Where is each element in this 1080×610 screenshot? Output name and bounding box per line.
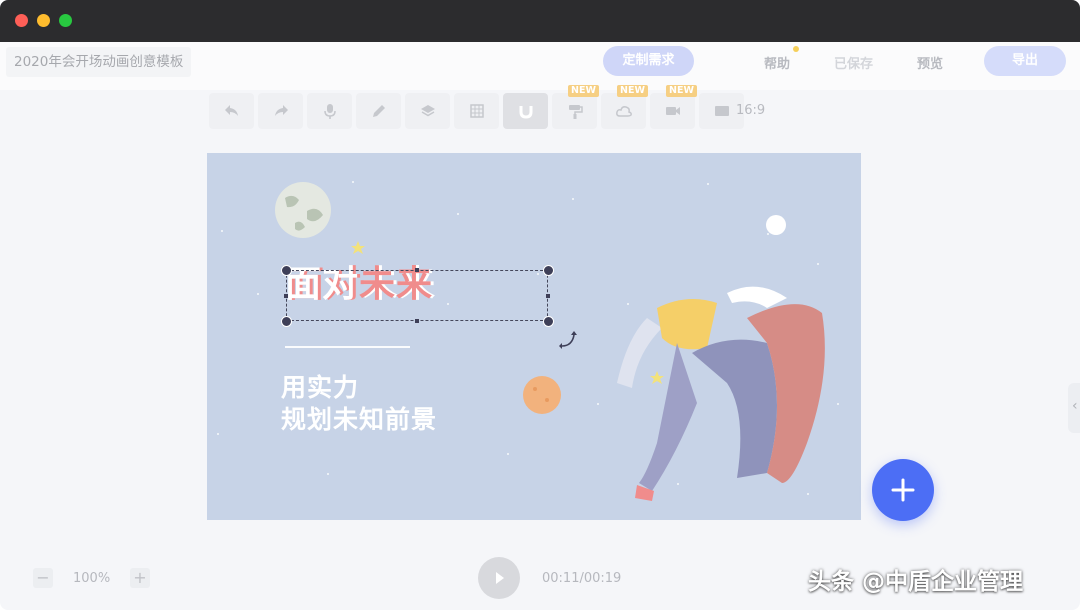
subtitle-line-2[interactable]: 规划未知前景 bbox=[281, 405, 437, 435]
format-painter-button[interactable] bbox=[552, 93, 597, 129]
play-icon bbox=[496, 572, 504, 584]
star-icon bbox=[650, 371, 664, 384]
camera-icon bbox=[665, 107, 680, 115]
document-title[interactable]: 2020年会开场动画创意模板 bbox=[6, 47, 192, 77]
undo-button[interactable] bbox=[209, 93, 254, 129]
aspect-ratio-label[interactable]: 16:9 bbox=[736, 103, 765, 118]
minimize-window-button[interactable] bbox=[37, 14, 50, 27]
new-badge-paint: NEW bbox=[568, 85, 599, 97]
play-button[interactable] bbox=[478, 557, 520, 599]
screen-icon bbox=[714, 106, 729, 116]
record-audio-button[interactable] bbox=[307, 93, 352, 129]
zoom-window-button[interactable] bbox=[59, 14, 72, 27]
star-icon bbox=[351, 241, 365, 254]
rotate-icon[interactable] bbox=[558, 329, 580, 351]
preview-link[interactable]: 预览 bbox=[917, 53, 943, 72]
chevron-left-icon: ‹ bbox=[1072, 398, 1078, 414]
close-window-button[interactable] bbox=[15, 14, 28, 27]
resize-handle-right[interactable] bbox=[546, 294, 550, 298]
microphone-icon bbox=[323, 104, 336, 119]
plus-icon bbox=[891, 478, 915, 502]
bottom-bar: − 100% + 00:11/00:19 头条 @中盾企业管理 bbox=[0, 550, 1080, 610]
camera-button[interactable] bbox=[650, 93, 695, 129]
subtitle-line-1[interactable]: 用实力 bbox=[281, 373, 359, 403]
resize-handle-bottom-right[interactable] bbox=[543, 316, 554, 327]
title-bar bbox=[0, 0, 1080, 42]
app-window: 2020年会开场动画创意模板 定制需求 帮助 已保存 预览 导出 NEW NEW… bbox=[0, 0, 1080, 610]
astronaut-figure bbox=[617, 286, 825, 501]
resize-handle-top-right[interactable] bbox=[543, 265, 554, 276]
add-element-button[interactable] bbox=[872, 459, 934, 521]
pencil-icon bbox=[372, 105, 385, 117]
resize-handle-left[interactable] bbox=[284, 294, 288, 298]
cloud-icon bbox=[615, 106, 632, 117]
cloud-button[interactable] bbox=[601, 93, 646, 129]
playback-time: 00:11/00:19 bbox=[542, 571, 622, 586]
redo-icon bbox=[274, 105, 288, 116]
undo-icon bbox=[224, 105, 238, 116]
selection-box bbox=[286, 270, 548, 321]
zoom-in-button[interactable]: + bbox=[130, 568, 150, 588]
side-panel-toggle[interactable]: ‹ bbox=[1068, 383, 1080, 433]
new-badge-cloud: NEW bbox=[617, 85, 648, 97]
glowing-moon bbox=[766, 215, 786, 235]
export-button[interactable]: 导出 bbox=[984, 46, 1066, 76]
slide-canvas[interactable]: 面对未来 用实力 规划未知前景 bbox=[207, 153, 861, 520]
zoom-level: 100% bbox=[73, 571, 111, 586]
grid-button[interactable] bbox=[454, 93, 499, 129]
orange-planet bbox=[523, 376, 561, 414]
resize-handle-bottom[interactable] bbox=[415, 319, 419, 323]
title-underline bbox=[285, 346, 410, 348]
magnet-snap-button[interactable] bbox=[503, 93, 548, 129]
slide-illustration bbox=[275, 182, 825, 501]
editor-toolbar: NEW NEW NEW 16:9 bbox=[207, 85, 775, 131]
help-link[interactable]: 帮助 bbox=[764, 53, 790, 72]
resize-handle-top-left[interactable] bbox=[281, 265, 292, 276]
new-badge-camera: NEW bbox=[666, 85, 697, 97]
draw-button[interactable] bbox=[356, 93, 401, 129]
layers-icon bbox=[420, 105, 435, 117]
resize-handle-bottom-left[interactable] bbox=[281, 316, 292, 327]
magnet-icon bbox=[519, 106, 532, 119]
watermark: 头条 @中盾企业管理 bbox=[808, 569, 1024, 595]
zoom-out-button[interactable]: − bbox=[33, 568, 53, 588]
paint-roller-icon bbox=[568, 105, 583, 119]
saved-status: 已保存 bbox=[834, 57, 874, 72]
layers-button[interactable] bbox=[405, 93, 450, 129]
redo-button[interactable] bbox=[258, 93, 303, 129]
moon-planet bbox=[275, 182, 331, 238]
grid-icon bbox=[469, 104, 484, 118]
help-notification-dot bbox=[793, 46, 799, 52]
custom-request-button[interactable]: 定制需求 bbox=[603, 46, 694, 76]
app-header: 2020年会开场动画创意模板 定制需求 帮助 已保存 预览 导出 bbox=[0, 42, 1080, 90]
resize-handle-top[interactable] bbox=[415, 268, 419, 272]
